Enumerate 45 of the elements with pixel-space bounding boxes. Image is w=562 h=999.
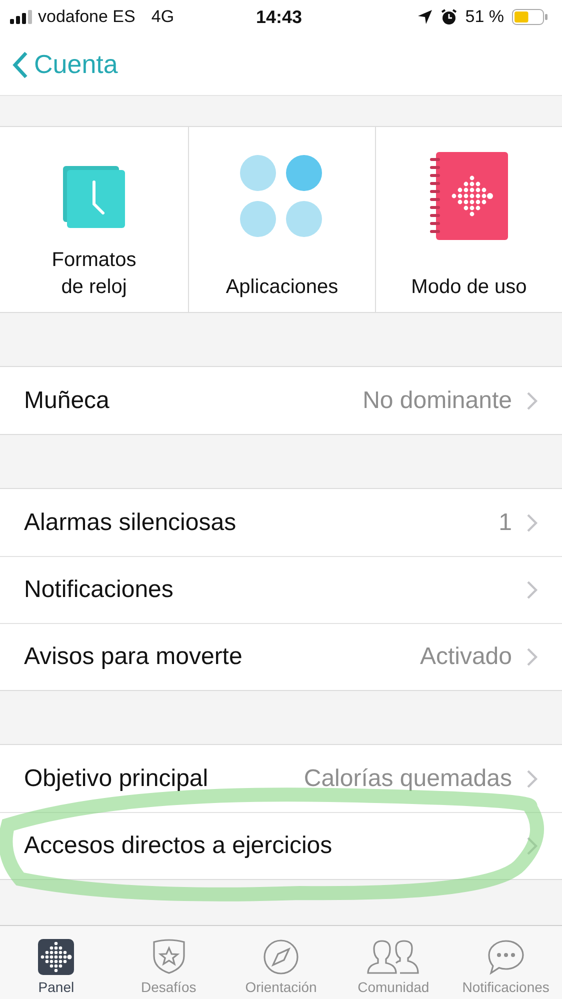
notebook-icon xyxy=(430,152,508,242)
settings-row[interactable]: Muñeca No dominante xyxy=(0,367,562,434)
apps-icon xyxy=(240,155,324,239)
tile-label: Modo de uso xyxy=(411,275,527,300)
row-value: Calorías quemadas xyxy=(304,764,512,792)
row-label: Objetivo principal xyxy=(24,764,210,792)
row-label: Avisos para moverte xyxy=(24,643,244,671)
battery-percent: 51 % xyxy=(465,7,504,27)
row-label: Accesos directos a ejercicios xyxy=(24,832,334,860)
shortcut-tile[interactable]: Modo de uso xyxy=(375,127,562,312)
row-label: Notificaciones xyxy=(24,576,174,604)
dashboard-icon xyxy=(38,939,74,975)
location-icon xyxy=(417,9,434,25)
shortcut-tile[interactable]: Formatos de reloj xyxy=(0,127,188,312)
settings-row[interactable]: Alarmas silenciosas 1 xyxy=(0,489,562,556)
tab-bar-item[interactable]: Panel xyxy=(0,926,112,999)
battery-icon xyxy=(512,9,548,25)
row-value: No dominante xyxy=(362,386,512,414)
chevron-icon xyxy=(526,647,538,667)
clock-icon xyxy=(63,166,125,228)
signal-icon xyxy=(10,10,32,24)
chevron-icon xyxy=(526,580,538,600)
row-label: Alarmas silenciosas xyxy=(24,508,238,536)
shortcut-tile[interactable]: Aplicaciones xyxy=(188,127,375,312)
tile-label: Formatos de reloj xyxy=(52,248,136,300)
row-value: Activado xyxy=(420,643,512,671)
compass-icon xyxy=(263,939,300,975)
settings-row[interactable]: Notificaciones xyxy=(0,556,562,623)
back-chevron-icon xyxy=(12,50,28,78)
settings-row[interactable]: Objetivo principal Calorías quemadas xyxy=(0,745,562,812)
network-type: 4G xyxy=(151,7,174,27)
row-label: Muñeca xyxy=(24,386,110,414)
chat-icon xyxy=(486,939,525,975)
row-value: 1 xyxy=(498,508,512,536)
settings-row[interactable]: Avisos para moverte Activado xyxy=(0,623,562,690)
clock-time: 14:43 xyxy=(256,6,302,28)
chevron-icon xyxy=(526,390,538,410)
alarm-icon xyxy=(441,9,458,25)
tile-label: Aplicaciones xyxy=(226,275,338,300)
chevron-icon xyxy=(526,512,538,532)
settings-row[interactable]: Accesos directos a ejercicios xyxy=(0,812,562,879)
people-icon xyxy=(366,939,420,975)
chevron-icon xyxy=(526,836,538,856)
chevron-icon xyxy=(526,768,538,788)
carrier-name: vodafone ES xyxy=(38,7,136,27)
